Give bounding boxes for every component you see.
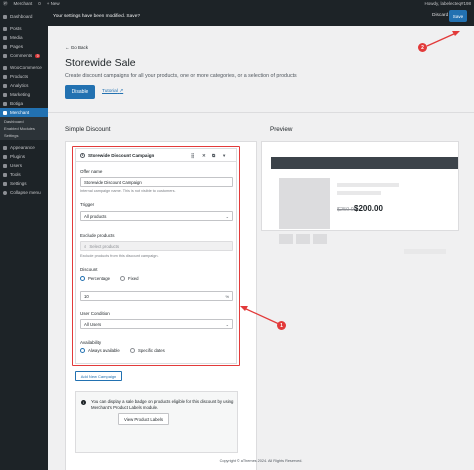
comments-count[interactable]: 0	[38, 1, 41, 6]
add-campaign-button[interactable]: Add New Campaign	[75, 371, 122, 381]
unsaved-notice-bar: Your settings have been modified. Save? …	[48, 7, 474, 26]
sidebar-item-settings[interactable]: Settings	[0, 179, 48, 188]
box-icon	[3, 74, 7, 79]
preview-thumbnail	[279, 234, 293, 244]
page-icon	[3, 44, 7, 49]
footer-text: Copyright © aThemes 2024. All Rights Res…	[219, 459, 303, 463]
plugin-icon	[3, 154, 7, 159]
tutorial-link[interactable]: Tutorial ↗	[102, 89, 123, 94]
sidebar-item-woocommerce[interactable]: WooCommerce	[0, 63, 48, 72]
page-description: Create discount campaigns for all your p…	[65, 73, 297, 79]
preview-new-price: $200.00	[354, 204, 383, 213]
view-product-labels-button[interactable]: View Product Labels	[118, 413, 169, 425]
sidebar-item-users[interactable]: Users	[0, 161, 48, 170]
comment-icon	[3, 53, 7, 58]
sidebar-item-tools[interactable]: Tools	[0, 170, 48, 179]
highlight-box	[72, 146, 240, 366]
annotation-marker-1: 1	[277, 321, 286, 330]
merchant-submenu: Dashboard Enabled Modules Settings	[0, 117, 48, 140]
divider	[48, 112, 474, 113]
preview-title: Preview	[270, 126, 293, 133]
preview-header-bar	[271, 157, 458, 169]
merchant-icon	[3, 110, 7, 115]
info-box: i You can display a sale badge on produc…	[75, 391, 238, 453]
sidebar-item-merchant[interactable]: Merchant	[0, 108, 48, 117]
preview-title-placeholder	[337, 183, 399, 187]
info-text: You can display a sale badge on products…	[91, 399, 234, 410]
admin-bar: Ⓦ Merchant 0 + New Howdy, labelecteq#198	[0, 0, 474, 7]
settings-icon	[3, 181, 7, 186]
sidebar-item-appearance[interactable]: Appearance	[0, 143, 48, 152]
discard-link[interactable]: Discard	[432, 13, 448, 18]
submenu-enabled-modules[interactable]: Enabled Modules	[0, 125, 48, 132]
sidebar-item-marketing[interactable]: Marketing	[0, 90, 48, 99]
save-button[interactable]: Save	[449, 10, 467, 22]
preview-thumbnail	[296, 234, 310, 244]
media-icon	[3, 35, 7, 40]
user-icon	[3, 163, 7, 168]
page-title: Storewide Sale	[65, 57, 136, 69]
woo-icon	[3, 65, 7, 70]
chart-icon	[3, 83, 7, 88]
sidebar-item-media[interactable]: Media	[0, 33, 48, 42]
preview-button-placeholder	[404, 249, 446, 254]
wrench-icon	[3, 172, 7, 177]
user-greeting[interactable]: Howdy, labelecteq#198	[425, 1, 471, 6]
sidebar-item-posts[interactable]: Posts	[0, 24, 48, 33]
megaphone-icon	[3, 92, 7, 97]
go-back-link[interactable]: ← Go Back	[65, 45, 88, 50]
disable-module-button[interactable]: Disable	[65, 85, 95, 99]
site-name-link[interactable]: Merchant	[14, 1, 33, 6]
sidebar-item-analytics[interactable]: Analytics	[0, 81, 48, 90]
collapse-menu-button[interactable]: Collapse menu	[0, 188, 48, 197]
sidebar-item-comments[interactable]: Comments 0	[0, 51, 48, 60]
new-content-link[interactable]: + New	[47, 1, 60, 6]
preview-text-placeholder	[337, 191, 381, 195]
sidebar-item-botiga[interactable]: Botiga	[0, 99, 48, 108]
annotation-marker-2: 2	[418, 43, 427, 52]
comments-badge: 0	[35, 53, 41, 58]
sidebar-item-dashboard[interactable]: Dashboard	[0, 12, 48, 21]
sidebar-item-pages[interactable]: Pages	[0, 42, 48, 51]
wp-logo-icon[interactable]: Ⓦ	[3, 1, 8, 7]
preview-thumbnail	[313, 234, 327, 244]
main-content: ← Go Back Storewide Sale Create discount…	[48, 26, 474, 470]
external-link-icon: ↗	[119, 89, 124, 94]
sidebar-item-products[interactable]: Products	[0, 72, 48, 81]
preview-panel: $250.00 $200.00	[261, 141, 459, 254]
preview-product-image	[279, 178, 330, 229]
theme-icon	[3, 101, 7, 106]
brush-icon	[3, 145, 7, 150]
sidebar-item-plugins[interactable]: Plugins	[0, 152, 48, 161]
simple-discount-title: Simple Discount	[65, 126, 111, 133]
admin-sidebar: Dashboard Posts Media Pages Comments 0 Wo…	[0, 7, 48, 470]
collapse-icon	[3, 190, 7, 195]
info-icon: i	[81, 400, 86, 405]
submenu-settings[interactable]: Settings	[0, 132, 48, 139]
pin-icon	[3, 26, 7, 31]
submenu-dashboard[interactable]: Dashboard	[0, 118, 48, 125]
dashboard-icon	[3, 14, 7, 19]
unsaved-notice-text: Your settings have been modified. Save?	[53, 14, 141, 19]
